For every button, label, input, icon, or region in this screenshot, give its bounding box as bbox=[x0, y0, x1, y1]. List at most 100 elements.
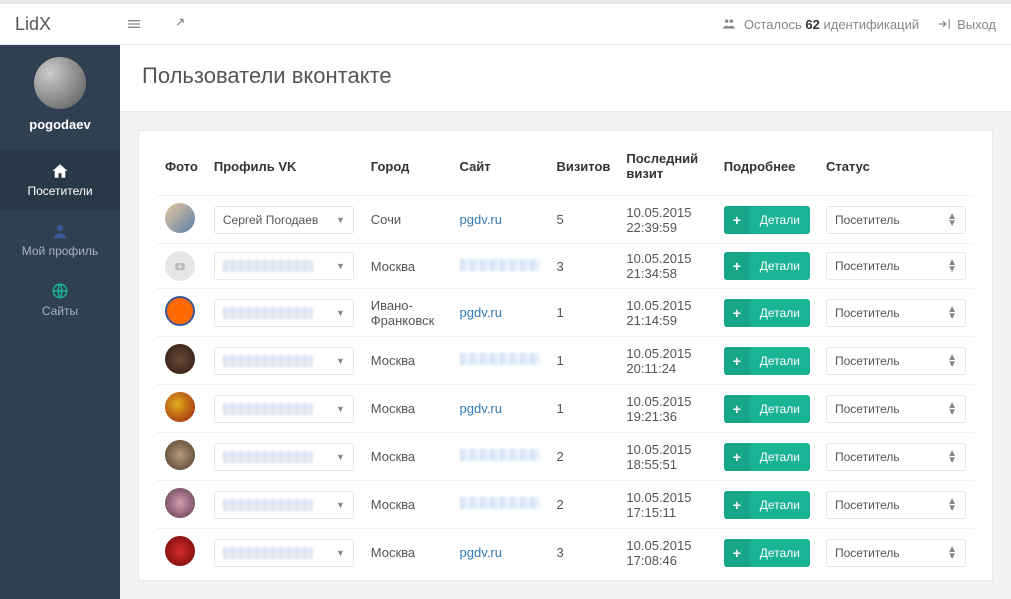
caret-down-icon: ▼ bbox=[336, 548, 345, 558]
site-blurred bbox=[460, 449, 540, 461]
table-row: ▼ Москва 1 10.05.2015 20:11:24 + Детали … bbox=[157, 337, 974, 385]
details-button[interactable]: + Детали bbox=[724, 252, 810, 280]
details-button[interactable]: + Детали bbox=[724, 539, 810, 567]
globe-icon bbox=[51, 282, 69, 300]
city-cell: Москва bbox=[363, 433, 452, 481]
status-value: Посетитель bbox=[835, 450, 900, 464]
site-cell: pgdv.ru bbox=[452, 196, 549, 244]
status-value: Посетитель bbox=[835, 354, 900, 368]
profile-dropdown[interactable]: ▼ bbox=[214, 252, 354, 280]
status-value: Посетитель bbox=[835, 259, 900, 273]
status-select[interactable]: Посетитель ▲▼ bbox=[826, 491, 966, 519]
visitor-photo[interactable] bbox=[165, 536, 195, 566]
brand-logo: LidX bbox=[15, 14, 120, 35]
status-select[interactable]: Посетитель ▲▼ bbox=[826, 443, 966, 471]
visits-cell: 3 bbox=[548, 244, 618, 289]
topbar: LidX Осталось 62 идентификаций Выход bbox=[0, 0, 1011, 45]
city-cell: Ивано-Франковск bbox=[363, 289, 452, 337]
details-label: Детали bbox=[750, 450, 810, 464]
visitor-photo[interactable] bbox=[165, 296, 195, 326]
city-cell: Москва bbox=[363, 481, 452, 529]
th-photo: Фото bbox=[157, 145, 206, 196]
select-arrows-icon: ▲▼ bbox=[947, 498, 957, 512]
details-button[interactable]: + Детали bbox=[724, 443, 810, 471]
status-value: Посетитель bbox=[835, 498, 900, 512]
fullscreen-icon[interactable] bbox=[168, 10, 196, 38]
details-label: Детали bbox=[750, 306, 810, 320]
profile-dropdown[interactable]: ▼ bbox=[214, 539, 354, 567]
details-button[interactable]: + Детали bbox=[724, 491, 810, 519]
visitor-photo[interactable] bbox=[165, 392, 195, 422]
profile-dropdown[interactable]: ▼ bbox=[214, 443, 354, 471]
site-link[interactable]: pgdv.ru bbox=[460, 305, 502, 320]
page-title: Пользователи вконтакте bbox=[120, 45, 1011, 112]
status-select[interactable]: Посетитель ▲▼ bbox=[826, 539, 966, 567]
site-cell: pgdv.ru bbox=[452, 289, 549, 337]
profile-name-text: Сергей Погодаев bbox=[223, 213, 318, 227]
plus-icon: + bbox=[724, 443, 750, 471]
plus-icon: + bbox=[724, 252, 750, 280]
home-icon bbox=[51, 162, 69, 180]
details-button[interactable]: + Детали bbox=[724, 206, 810, 234]
status-select[interactable]: Посетитель ▲▼ bbox=[826, 395, 966, 423]
visitor-photo[interactable] bbox=[165, 203, 195, 233]
profile-name-blurred bbox=[223, 355, 313, 367]
nav-profile[interactable]: Мой профиль bbox=[0, 210, 120, 270]
profile-dropdown[interactable]: ▼ bbox=[214, 491, 354, 519]
th-profile: Профиль VK bbox=[206, 145, 363, 196]
nav-sites[interactable]: Сайты bbox=[0, 270, 120, 330]
site-link[interactable]: pgdv.ru bbox=[460, 401, 502, 416]
profile-dropdown[interactable]: Сергей Погодаев ▼ bbox=[214, 206, 354, 234]
visits-cell: 2 bbox=[548, 433, 618, 481]
logout-link[interactable]: Выход bbox=[937, 17, 996, 32]
caret-down-icon: ▼ bbox=[336, 215, 345, 225]
status-value: Посетитель bbox=[835, 213, 900, 227]
city-cell: Москва bbox=[363, 385, 452, 433]
details-label: Детали bbox=[750, 402, 810, 416]
plus-icon: + bbox=[724, 347, 750, 375]
user-icon bbox=[51, 222, 69, 240]
visitor-photo[interactable] bbox=[165, 251, 195, 281]
status-select[interactable]: Посетитель ▲▼ bbox=[826, 299, 966, 327]
profile-dropdown[interactable]: ▼ bbox=[214, 347, 354, 375]
status-select[interactable]: Посетитель ▲▼ bbox=[826, 206, 966, 234]
profile-name-blurred bbox=[223, 451, 313, 463]
visitor-photo[interactable] bbox=[165, 440, 195, 470]
city-cell: Москва bbox=[363, 529, 452, 577]
lastvisit-cell: 10.05.2015 17:15:11 bbox=[618, 481, 715, 529]
details-button[interactable]: + Детали bbox=[724, 395, 810, 423]
sidebar: pogodaev Посетители Мой профиль Сайты bbox=[0, 45, 120, 599]
nav-visitors[interactable]: Посетители bbox=[0, 150, 120, 210]
city-cell: Москва bbox=[363, 244, 452, 289]
user-avatar[interactable] bbox=[34, 57, 86, 109]
caret-down-icon: ▼ bbox=[336, 452, 345, 462]
site-cell: pgdv.ru bbox=[452, 385, 549, 433]
profile-dropdown[interactable]: ▼ bbox=[214, 395, 354, 423]
profile-name-blurred bbox=[223, 260, 313, 272]
site-cell bbox=[452, 244, 549, 289]
select-arrows-icon: ▲▼ bbox=[947, 546, 957, 560]
visits-cell: 5 bbox=[548, 196, 618, 244]
site-cell: pgdv.ru bbox=[452, 529, 549, 577]
plus-icon: + bbox=[724, 395, 750, 423]
username: pogodaev bbox=[29, 117, 90, 132]
menu-toggle-icon[interactable] bbox=[120, 10, 148, 38]
details-button[interactable]: + Детали bbox=[724, 299, 810, 327]
status-select[interactable]: Посетитель ▲▼ bbox=[826, 252, 966, 280]
visits-cell: 1 bbox=[548, 385, 618, 433]
profile-name-blurred bbox=[223, 499, 313, 511]
visitor-photo[interactable] bbox=[165, 488, 195, 518]
city-cell: Москва bbox=[363, 337, 452, 385]
plus-icon: + bbox=[724, 206, 750, 234]
visits-cell: 1 bbox=[548, 337, 618, 385]
site-link[interactable]: pgdv.ru bbox=[460, 545, 502, 560]
visitor-photo[interactable] bbox=[165, 344, 195, 374]
status-select[interactable]: Посетитель ▲▼ bbox=[826, 347, 966, 375]
details-button[interactable]: + Детали bbox=[724, 347, 810, 375]
nav-label: Посетители bbox=[27, 184, 92, 198]
th-site: Сайт bbox=[452, 145, 549, 196]
site-link[interactable]: pgdv.ru bbox=[460, 212, 502, 227]
lastvisit-cell: 10.05.2015 17:08:46 bbox=[618, 529, 715, 577]
profile-dropdown[interactable]: ▼ bbox=[214, 299, 354, 327]
nav-label: Сайты bbox=[42, 304, 78, 318]
